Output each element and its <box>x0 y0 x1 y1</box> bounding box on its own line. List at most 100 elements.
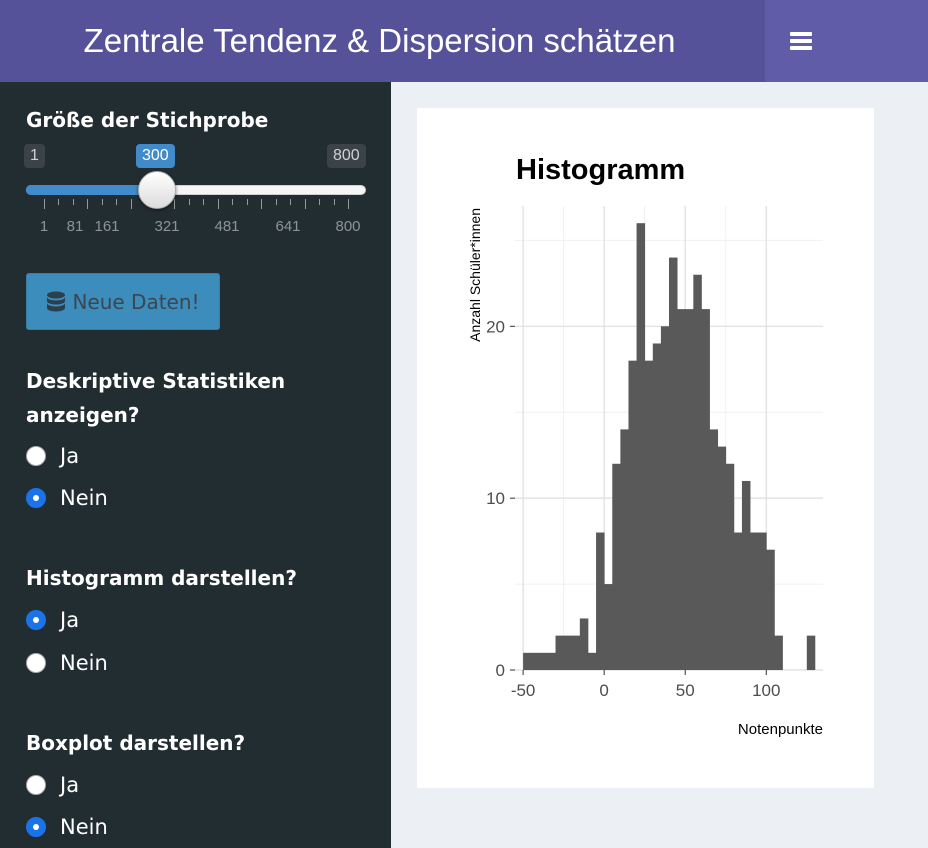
histogram-bar <box>571 635 581 670</box>
histogram-bar <box>733 532 743 670</box>
histogram-bar <box>644 360 654 670</box>
histogram-bar <box>758 532 767 670</box>
slider-tick-label: 481 <box>214 218 240 235</box>
slider-tick <box>174 199 176 209</box>
y-axis-label: Anzahl Schüler*innen <box>467 208 483 342</box>
histogram-bar <box>669 257 678 670</box>
sidebar-toggle-button[interactable] <box>765 0 837 82</box>
boxplot-label: Boxplot darstellen? <box>26 731 246 755</box>
radio-button[interactable] <box>26 610 46 630</box>
slider-tick-label: 81 <box>66 218 84 235</box>
sample-size-slider[interactable]: 1 300 800 1 81 161 321 481 641 800 <box>24 144 366 240</box>
radio-label: Nein <box>60 486 108 510</box>
descriptive-stats-label-line1: Deskriptive Statistiken <box>26 369 286 393</box>
histogram-radio-nein[interactable]: Nein <box>26 649 108 677</box>
descriptive-radio-nein[interactable]: Nein <box>26 484 108 512</box>
x-tick-label: 50 <box>676 681 695 700</box>
slider-tick <box>348 199 349 209</box>
histogram-bar <box>677 309 686 670</box>
histogram-bar <box>539 652 548 670</box>
slider-tick-label: 161 <box>94 218 120 235</box>
slider-tick <box>203 199 205 205</box>
radio-label: Nein <box>60 815 108 839</box>
descriptive-radio-ja[interactable]: Ja <box>26 442 79 470</box>
slider-tick <box>304 199 306 209</box>
descriptive-stats-label: Deskriptive Statistiken anzeigen? <box>26 364 285 432</box>
x-tick-label: 0 <box>599 681 608 700</box>
slider-tick-label: 1 <box>39 218 49 235</box>
histogram-bar <box>620 429 629 670</box>
histogram-bar <box>547 652 556 670</box>
histogram-bar <box>604 584 613 670</box>
slider-handle[interactable] <box>138 171 176 209</box>
histogram-bar <box>652 343 662 670</box>
radio-button[interactable] <box>26 653 46 673</box>
slider-tick <box>58 199 60 205</box>
histogram-bar <box>628 360 637 670</box>
slider-tick <box>319 199 321 205</box>
slider-tick <box>232 199 234 205</box>
radio-button[interactable] <box>26 446 46 466</box>
radio-label: Nein <box>60 651 108 675</box>
radio-button[interactable] <box>26 775 46 795</box>
header-bar: Zentrale Tendenz & Dispersion schätzen <box>0 0 928 82</box>
histogram-label: Histogramm darstellen? <box>26 566 297 590</box>
histogram-bar <box>709 429 719 670</box>
slider-tick <box>188 199 190 205</box>
slider-min-badge: 1 <box>24 144 45 168</box>
app-title: Zentrale Tendenz & Dispersion schätzen <box>0 0 765 82</box>
slider-tick <box>333 199 335 205</box>
slider-tick <box>246 199 248 205</box>
histogram-bar <box>587 652 597 670</box>
x-tick-label: 100 <box>752 681 780 700</box>
slider-tick-label: 321 <box>154 218 180 235</box>
radio-button[interactable] <box>26 817 46 837</box>
slider-tick <box>290 199 292 205</box>
slider-tick <box>72 199 74 205</box>
histogram-chart: -50 0 50 100 0 10 20 Notenpunkte Anzahl Schüler*… <box>467 206 823 738</box>
sample-size-label: Größe der Stichprobe <box>26 108 269 132</box>
slider-max-badge: 800 <box>327 144 366 168</box>
bars-icon <box>790 32 812 50</box>
histogram-bar <box>531 652 540 670</box>
y-tick-label: 20 <box>486 317 505 336</box>
slider-tick <box>101 199 103 205</box>
histogram-bar <box>555 635 565 670</box>
histogram-bar <box>806 635 816 670</box>
x-tick-label: -50 <box>511 681 536 700</box>
histogram-bar <box>741 480 751 670</box>
slider-tick <box>130 199 132 209</box>
histogram-bar <box>596 532 605 670</box>
histogram-bar <box>579 618 589 670</box>
slider-tick <box>217 199 219 209</box>
slider-tick-label: 800 <box>335 218 361 235</box>
x-axis-label: Notenpunkte <box>738 721 823 738</box>
boxplot-radio-ja[interactable]: Ja <box>26 771 79 799</box>
histogram-bar <box>636 223 646 670</box>
boxplot-radio-nein[interactable]: Nein <box>26 813 108 841</box>
slider-ticks <box>26 199 366 213</box>
histogram-bar <box>717 446 727 670</box>
radio-label: Ja <box>60 773 80 797</box>
database-icon <box>47 291 66 311</box>
radio-label: Ja <box>60 608 80 632</box>
y-tick-label: 0 <box>496 661 505 680</box>
histogram-bar <box>701 309 710 670</box>
histogram-bar <box>750 532 759 670</box>
histogram-bar <box>685 309 694 670</box>
descriptive-stats-label-line2: anzeigen? <box>26 403 140 427</box>
histogram-bar <box>612 463 621 670</box>
slider-tick <box>44 199 45 209</box>
plot-panel: Histogramm -50 0 50 100 0 10 20 Notenpunkte Anza… <box>417 108 874 788</box>
histogram-bar <box>774 635 783 670</box>
sidebar: Größe der Stichprobe 1 300 800 1 81 161 … <box>0 82 391 848</box>
histogram-bar <box>563 635 573 670</box>
histogram-bar <box>693 274 702 670</box>
slider-tick <box>275 199 277 205</box>
radio-button[interactable] <box>26 488 46 508</box>
radio-label: Ja <box>60 444 80 468</box>
new-data-button-label: Neue Daten! <box>72 289 200 314</box>
new-data-button[interactable]: Neue Daten! <box>26 273 220 330</box>
histogram-radio-ja[interactable]: Ja <box>26 606 79 634</box>
histogram-bar <box>725 463 735 670</box>
